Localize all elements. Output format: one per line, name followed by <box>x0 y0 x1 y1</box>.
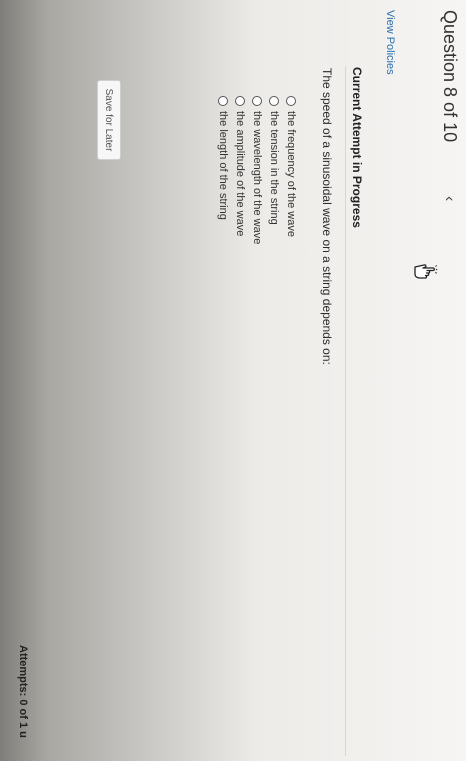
attempts-counter: Attempts: 0 of 1 u <box>17 645 29 738</box>
answer-option-wavelength[interactable]: the wavelength of the wave <box>249 96 266 244</box>
radio-button[interactable] <box>218 96 229 106</box>
hand-pointer-icon <box>412 258 438 284</box>
question-text: The speed of a sinusoidal wave on a stri… <box>320 68 334 365</box>
section-divider <box>345 66 346 756</box>
answer-option-label: the amplitude of the wave <box>234 111 247 237</box>
view-policies-link[interactable]: View Policies <box>384 10 396 75</box>
save-for-later-button[interactable]: Save for Later <box>97 80 121 160</box>
radio-button[interactable] <box>235 96 246 106</box>
screen: Question 8 of 10 ‹ View Policies Save fo… <box>0 0 466 761</box>
radio-button[interactable] <box>286 96 297 106</box>
chevron-left-icon: ‹ <box>441 196 458 202</box>
radio-button[interactable] <box>269 96 280 106</box>
answer-option-amplitude[interactable]: the amplitude of the wave <box>232 96 249 244</box>
answer-options: the frequency of the wave the tension in… <box>215 96 300 244</box>
answer-option-label: the length of the string <box>217 111 230 220</box>
question-page: Question 8 of 10 ‹ View Policies Save fo… <box>0 0 466 761</box>
answer-option-label: the frequency of the wave <box>285 111 298 237</box>
question-number-title: Question 8 of 10 <box>440 10 460 143</box>
answer-option-label: the wavelength of the wave <box>251 111 264 245</box>
answer-option-length[interactable]: the length of the string <box>215 96 232 244</box>
previous-question-button[interactable]: ‹ <box>440 196 458 201</box>
answer-option-tension[interactable]: the tension in the string <box>266 96 283 244</box>
answer-option-frequency[interactable]: the frequency of the wave <box>283 96 300 244</box>
radio-button[interactable] <box>252 96 263 106</box>
answer-option-label: the tension in the string <box>268 111 281 225</box>
attempt-heading: Current Attempt in Progress <box>350 67 364 228</box>
